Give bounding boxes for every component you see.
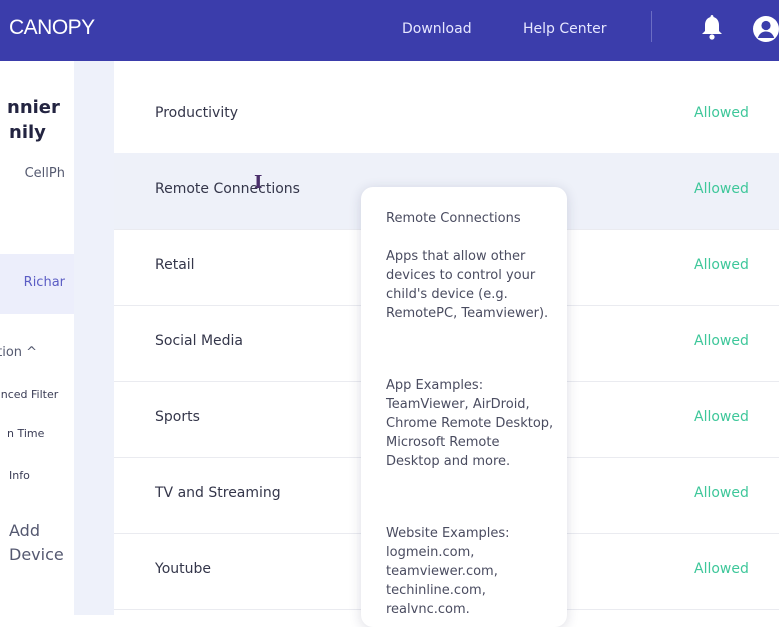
- sidebar: nnier nily CellPh Richar ction ^ anced F…: [0, 61, 74, 615]
- family-name-line1: nnier: [7, 97, 60, 118]
- category-row-productivity[interactable]: Productivity Allowed: [114, 77, 779, 154]
- help-center-link[interactable]: Help Center: [523, 21, 607, 37]
- download-link[interactable]: Download: [402, 21, 472, 37]
- category-label: TV and Streaming: [155, 485, 281, 501]
- category-tooltip: Remote Connections Apps that allow other…: [361, 187, 567, 627]
- child-selector-label: Richar: [23, 275, 65, 290]
- add-device-button[interactable]: Add Device: [9, 519, 74, 567]
- allowed-status[interactable]: Allowed: [694, 561, 749, 577]
- sidebar-item-screen-time[interactable]: n Time: [7, 427, 44, 440]
- child-selector[interactable]: Richar: [0, 254, 74, 314]
- canopy-logo[interactable]: CANOPY: [9, 16, 95, 40]
- tooltip-website-examples: Website Examples: logmein.com, teamviewe…: [386, 526, 510, 617]
- category-label: Remote Connections: [155, 181, 300, 197]
- tooltip-app-examples: App Examples: TeamViewer, AirDroid, Chro…: [386, 378, 554, 469]
- allowed-status[interactable]: Allowed: [694, 333, 749, 349]
- category-label: Productivity: [155, 105, 238, 121]
- family-name-line2: nily: [9, 122, 46, 143]
- allowed-status[interactable]: Allowed: [694, 181, 749, 197]
- bell-icon[interactable]: [697, 12, 727, 42]
- tooltip-description: Apps that allow other devices to control…: [386, 249, 549, 321]
- protection-section-toggle[interactable]: ction ^: [0, 345, 37, 360]
- device-selector[interactable]: CellPh: [0, 155, 74, 195]
- allowed-status[interactable]: Allowed: [694, 105, 749, 121]
- category-label: Sports: [155, 409, 200, 425]
- category-label: Youtube: [155, 561, 211, 577]
- user-account-icon[interactable]: [751, 14, 779, 44]
- category-label: Social Media: [155, 333, 244, 349]
- allowed-status[interactable]: Allowed: [694, 409, 749, 425]
- device-selector-label: CellPh: [24, 166, 65, 181]
- sidebar-item-advanced-filters[interactable]: anced Filter: [0, 388, 58, 401]
- sidebar-item-info[interactable]: Info: [9, 469, 30, 482]
- text-cursor-icon: I: [254, 172, 263, 193]
- sidebar-gutter: [74, 61, 114, 615]
- allowed-status[interactable]: Allowed: [694, 485, 749, 501]
- tooltip-title: Remote Connections: [386, 211, 521, 226]
- top-navigation-bar: CANOPY Download Help Center: [0, 0, 779, 61]
- category-label: Retail: [155, 257, 195, 273]
- allowed-status[interactable]: Allowed: [694, 257, 749, 273]
- nav-divider: [651, 11, 652, 42]
